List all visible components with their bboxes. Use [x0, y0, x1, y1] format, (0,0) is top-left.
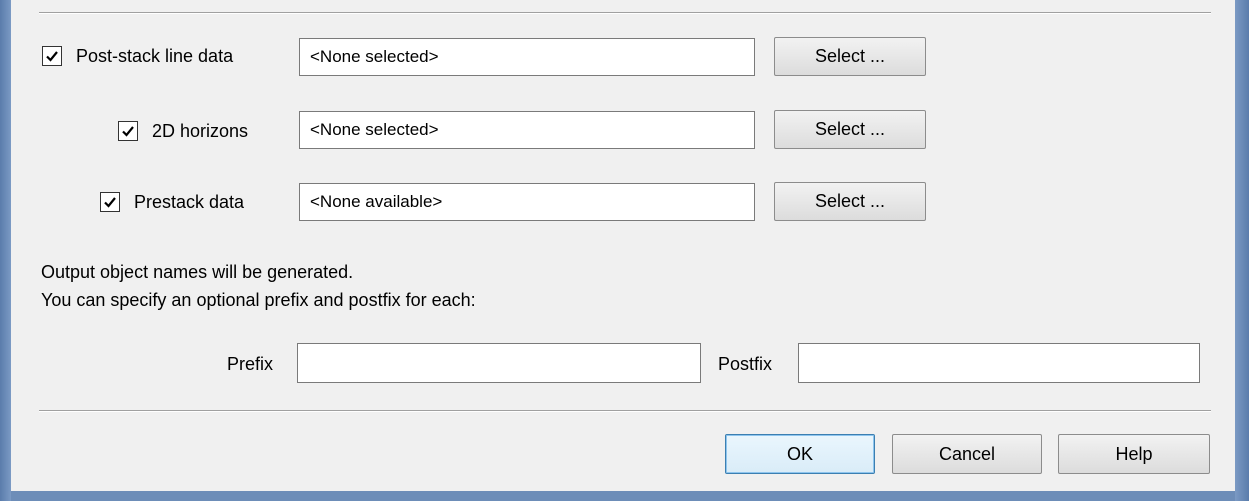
row-post-stack: Post-stack line data	[42, 41, 233, 71]
dialog-body: Post-stack line data <None selected> Sel…	[11, 0, 1235, 491]
prefix-label: Prefix	[227, 354, 274, 374]
prestack-select-button[interactable]: Select ...	[774, 182, 926, 221]
2d-horizons-checkbox[interactable]	[118, 121, 138, 141]
row-2d-horizons: 2D horizons	[118, 116, 248, 146]
checkmark-icon	[122, 126, 134, 137]
prestack-label: Prestack data	[134, 191, 245, 212]
help-button[interactable]: Help	[1058, 434, 1210, 474]
post-stack-label: Post-stack line data	[76, 45, 234, 66]
post-stack-select-button[interactable]: Select ...	[774, 37, 926, 76]
postfix-input[interactable]	[798, 343, 1200, 383]
prestack-field[interactable]: <None available>	[299, 183, 755, 221]
info-line-1: Output object names will be generated.	[41, 262, 354, 282]
ok-button[interactable]: OK	[725, 434, 875, 474]
window-frame-left	[0, 0, 11, 501]
row-prestack: Prestack data	[100, 187, 244, 217]
2d-horizons-label: 2D horizons	[152, 120, 249, 141]
postfix-label: Postfix	[718, 354, 773, 374]
2d-horizons-select-button[interactable]: Select ...	[774, 110, 926, 149]
prestack-checkbox[interactable]	[100, 192, 120, 212]
window-frame-right	[1235, 0, 1249, 501]
post-stack-field[interactable]: <None selected>	[299, 38, 755, 76]
checkmark-icon	[46, 51, 58, 62]
2d-horizons-field[interactable]: <None selected>	[299, 111, 755, 149]
checkmark-icon	[104, 197, 116, 208]
bottom-separator	[39, 410, 1211, 412]
top-separator	[39, 12, 1211, 14]
cancel-button[interactable]: Cancel	[892, 434, 1042, 474]
post-stack-checkbox[interactable]	[42, 46, 62, 66]
info-line-2: You can specify an optional prefix and p…	[41, 290, 476, 310]
prefix-input[interactable]	[297, 343, 701, 383]
